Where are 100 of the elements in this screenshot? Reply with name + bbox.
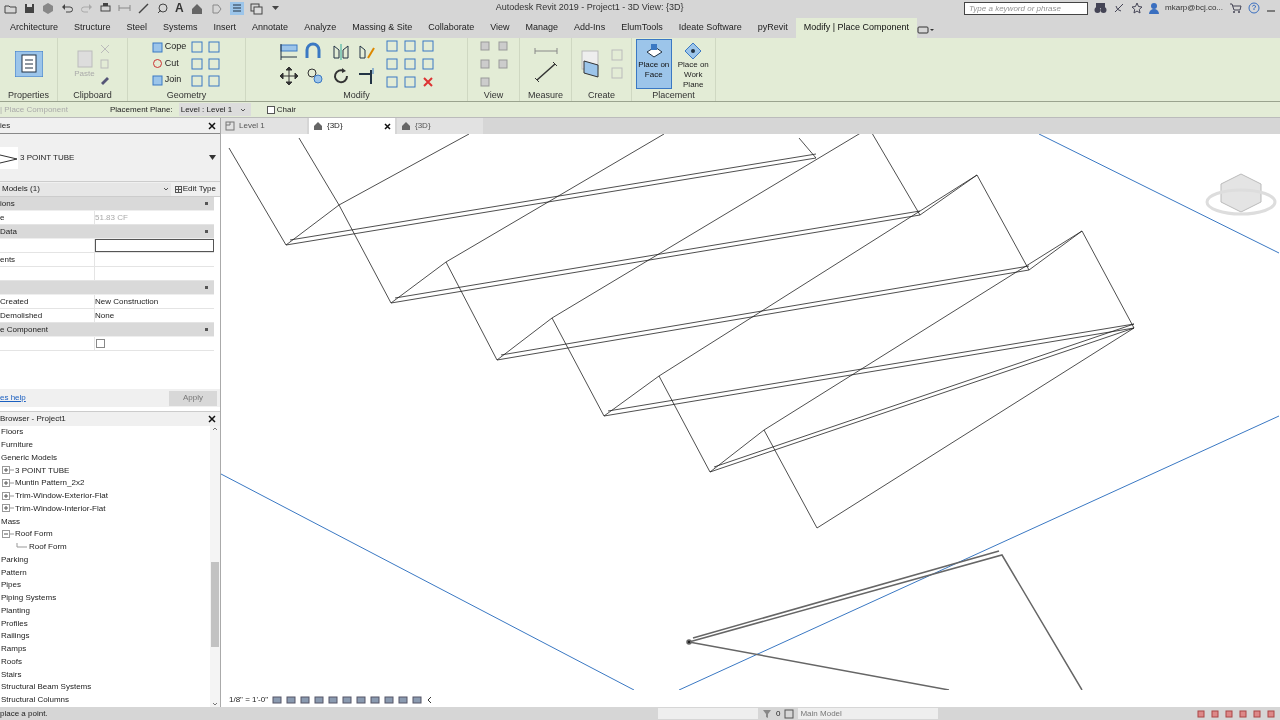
ribbon-tab[interactable]: Steel — [118, 18, 156, 38]
panel-title: Geometry — [165, 89, 208, 101]
ribbon-tab[interactable]: Add-Ins — [566, 18, 614, 38]
expand-icon[interactable] — [2, 491, 14, 501]
delete-icon[interactable] — [420, 74, 435, 89]
move-icon[interactable] — [278, 65, 299, 86]
tree-item[interactable]: Profiles — [1, 617, 28, 630]
tree-item[interactable]: Piping Systems — [1, 592, 57, 605]
property-label: e — [0, 211, 5, 224]
tree-item[interactable]: Trim-Window-Interior-Flat — [15, 502, 106, 515]
tree-item[interactable]: Stairs — [1, 668, 22, 681]
status-text: place a point. — [0, 707, 49, 720]
mirror-icon[interactable] — [330, 41, 351, 62]
scale-button[interactable]: 1/8" = 1'-0" — [229, 694, 268, 706]
ribbon-tab[interactable]: Collaborate — [420, 18, 483, 38]
thin-lines-icon[interactable] — [229, 1, 244, 15]
collapse-icon[interactable] — [2, 529, 14, 539]
tree-item[interactable]: Planting — [1, 604, 30, 617]
join-button[interactable]: Join — [151, 73, 187, 87]
model-dropdown[interactable]: Main Model — [798, 708, 939, 719]
scrollbar-thumb[interactable] — [211, 562, 219, 647]
star-icon[interactable] — [1131, 2, 1144, 14]
placement-button[interactable]: Place on Work Plane — [675, 38, 711, 89]
document-tab[interactable]: {3D} — [397, 118, 483, 134]
cope-button[interactable]: Cope — [151, 40, 187, 54]
ribbon-tab[interactable]: Structure — [66, 18, 119, 38]
mode-label: | Place Component — [0, 103, 69, 116]
property-label: ents — [0, 253, 16, 266]
placement-button[interactable]: Place on Face — [636, 38, 672, 89]
close-icon[interactable] — [208, 121, 216, 130]
tree-item[interactable]: Furniture — [1, 439, 33, 452]
ribbon-tab[interactable]: Architecture — [2, 18, 67, 38]
edit-type-button[interactable]: Edit Type — [172, 183, 218, 195]
help-icon[interactable] — [1248, 2, 1260, 14]
tree-item[interactable]: Pattern — [1, 566, 27, 579]
trim-icon[interactable] — [356, 65, 377, 86]
value-field[interactable] — [95, 239, 214, 252]
scroll-down-icon[interactable] — [212, 701, 218, 707]
property-value: 51.83 CF — [95, 211, 128, 224]
chair-checkbox[interactable]: Chair — [266, 103, 296, 116]
tree-item[interactable]: Trim-Window-Exterior-Flat — [15, 490, 109, 503]
ribbon-tab[interactable]: Annotate — [244, 18, 297, 38]
property-value: New Construction — [95, 295, 159, 308]
ribbon-tab[interactable]: Manage — [517, 18, 567, 38]
ribbon-tab[interactable]: Modify | Place Component — [795, 18, 918, 38]
expand-icon[interactable] — [2, 504, 14, 514]
tree-item[interactable]: Mass — [1, 515, 21, 528]
checkbox[interactable] — [96, 339, 105, 348]
cart-icon[interactable] — [1229, 2, 1242, 14]
tree-item[interactable]: Floors — [1, 426, 24, 439]
tree-item[interactable]: Structural Columns — [1, 694, 70, 707]
ribbon-tab[interactable]: Ideate Software — [670, 18, 750, 38]
expand-icon[interactable] — [2, 466, 14, 476]
tree-item[interactable]: Muntin Pattern_2x2 — [15, 477, 85, 490]
user-menu[interactable]: mkarp@bcj.co... — [1165, 2, 1223, 14]
table-icon — [174, 185, 182, 193]
windows-icon[interactable] — [249, 1, 264, 15]
tree-item[interactable]: Roof Form — [15, 528, 53, 541]
tree-item[interactable]: Ramps — [1, 643, 27, 656]
properties-icon[interactable] — [14, 50, 43, 77]
ribbon-tab[interactable]: Insert — [205, 18, 245, 38]
print-icon[interactable] — [99, 1, 112, 15]
selection-count: 0 — [776, 707, 781, 720]
cut-button[interactable]: Cut — [151, 56, 187, 71]
tree-item[interactable]: Pipes — [1, 579, 21, 592]
window-title: Autodesk Revit 2019 - Project1 - 3D View: {3D} — [495, 1, 684, 15]
text-tool-button[interactable]: A — [175, 2, 184, 14]
plane-label: Placement Plane: — [110, 103, 173, 116]
align-icon[interactable] — [278, 41, 299, 62]
search-field[interactable]: Type a keyword or phrase — [964, 1, 1089, 15]
scroll-up-icon[interactable] — [212, 426, 218, 432]
instance-selector[interactable]: Models (1) — [0, 182, 171, 196]
ribbon-tab[interactable]: Systems — [155, 18, 206, 38]
tree-item[interactable]: Roof Form — [29, 541, 67, 554]
tree-item[interactable]: Parking — [1, 553, 29, 566]
tree-item[interactable]: 3 POINT TUBE — [15, 464, 70, 477]
tree-item[interactable]: Generic Models — [1, 451, 58, 464]
user-icon — [1149, 2, 1160, 14]
tree-item[interactable]: Railings — [1, 630, 30, 643]
binoculars-icon[interactable] — [1094, 2, 1108, 14]
close-icon[interactable] — [208, 415, 216, 423]
plane-dropdown[interactable]: Level : Level 1 — [178, 103, 251, 116]
ribbon-tab[interactable]: Massing & Site — [344, 18, 421, 38]
tree-item[interactable]: Roofs — [1, 655, 22, 668]
document-tab[interactable]: {3D} — [309, 118, 395, 134]
save-icon[interactable] — [23, 1, 36, 15]
tree-item[interactable]: Structural Beam Systems — [1, 681, 92, 694]
help-link[interactable]: es help — [0, 392, 26, 404]
dimension-icon[interactable] — [532, 61, 559, 82]
caret-icon[interactable] — [209, 155, 216, 160]
plan-icon — [225, 121, 235, 131]
document-tab[interactable]: Level 1 — [221, 118, 307, 134]
ribbon-tab[interactable]: pyRevit — [749, 18, 796, 38]
expand-icon[interactable] — [2, 478, 14, 488]
chevron-icon[interactable] — [426, 696, 432, 704]
panel-title: Properties — [7, 89, 50, 101]
ruler-icon[interactable] — [137, 1, 150, 15]
ribbon-tab[interactable]: ElumTools — [613, 18, 671, 38]
ribbon-tab[interactable]: View — [482, 18, 518, 38]
ribbon-tab[interactable]: Analyze — [296, 18, 345, 38]
